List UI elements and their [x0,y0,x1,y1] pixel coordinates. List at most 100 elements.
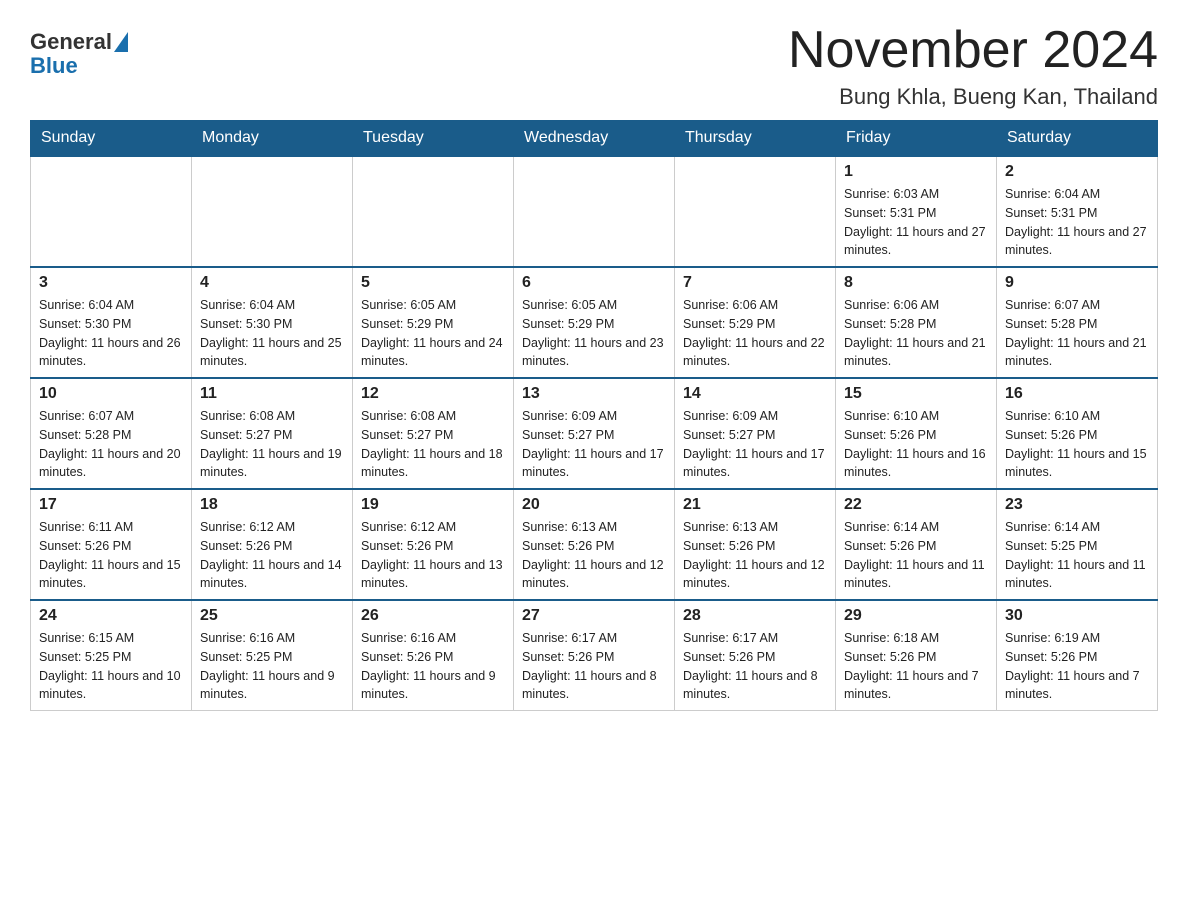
day-info: Sunrise: 6:09 AMSunset: 5:27 PMDaylight:… [522,407,666,482]
logo-blue-text: Blue [30,54,128,78]
calendar-cell: 25 Sunrise: 6:16 AMSunset: 5:25 PMDayligh… [192,600,353,711]
day-info: Sunrise: 6:17 AMSunset: 5:26 PMDaylight:… [683,629,827,704]
day-number: 28 [683,607,827,625]
calendar-cell: 6 Sunrise: 6:05 AMSunset: 5:29 PMDaylight… [514,267,675,378]
day-info: Sunrise: 6:14 AMSunset: 5:25 PMDaylight:… [1005,518,1149,593]
calendar-header-row: SundayMondayTuesdayWednesdayThursdayFrid… [31,121,1158,157]
calendar-cell: 23 Sunrise: 6:14 AMSunset: 5:25 PMDayligh… [997,489,1158,600]
day-number: 15 [844,385,988,403]
calendar-cell: 1 Sunrise: 6:03 AMSunset: 5:31 PMDaylight… [836,156,997,267]
calendar-cell: 19 Sunrise: 6:12 AMSunset: 5:26 PMDayligh… [353,489,514,600]
calendar-cell: 22Sunrise: 6:14 AMSunset: 5:26 PMDayligh… [836,489,997,600]
logo: General Blue [30,30,128,78]
calendar-cell [353,156,514,267]
calendar-week-row: 10Sunrise: 6:07 AMSunset: 5:28 PMDayligh… [31,378,1158,489]
calendar-week-row: 24 Sunrise: 6:15 AMSunset: 5:25 PMDayligh… [31,600,1158,711]
day-number: 11 [200,385,344,403]
day-number: 4 [200,274,344,292]
calendar-cell: 8Sunrise: 6:06 AMSunset: 5:28 PMDaylight… [836,267,997,378]
day-number: 6 [522,274,666,292]
day-info: Sunrise: 6:06 AMSunset: 5:29 PMDaylight:… [683,296,827,371]
day-number: 3 [39,274,183,292]
calendar-cell: 28 Sunrise: 6:17 AMSunset: 5:26 PMDayligh… [675,600,836,711]
calendar-day-header: Sunday [31,121,192,157]
location-title: Bung Khla, Bueng Kan, Thailand [788,84,1158,110]
calendar-cell: 4Sunrise: 6:04 AMSunset: 5:30 PMDaylight… [192,267,353,378]
day-info: Sunrise: 6:09 AMSunset: 5:27 PMDaylight:… [683,407,827,482]
calendar-cell: 14 Sunrise: 6:09 AMSunset: 5:27 PMDayligh… [675,378,836,489]
day-info: Sunrise: 6:08 AMSunset: 5:27 PMDaylight:… [200,407,344,482]
calendar-cell: 26Sunrise: 6:16 AMSunset: 5:26 PMDayligh… [353,600,514,711]
calendar-day-header: Wednesday [514,121,675,157]
day-info: Sunrise: 6:16 AMSunset: 5:25 PMDaylight:… [200,629,344,704]
calendar-week-row: 3Sunrise: 6:04 AMSunset: 5:30 PMDaylight… [31,267,1158,378]
calendar-cell: 2 Sunrise: 6:04 AMSunset: 5:31 PMDaylight… [997,156,1158,267]
day-number: 1 [844,163,988,181]
day-number: 9 [1005,274,1149,292]
calendar-cell: 20Sunrise: 6:13 AMSunset: 5:26 PMDayligh… [514,489,675,600]
day-info: Sunrise: 6:15 AMSunset: 5:25 PMDaylight:… [39,629,183,704]
day-number: 30 [1005,607,1149,625]
day-number: 19 [361,496,505,514]
calendar-cell: 29Sunrise: 6:18 AMSunset: 5:26 PMDayligh… [836,600,997,711]
day-number: 2 [1005,163,1149,181]
calendar-cell: 21Sunrise: 6:13 AMSunset: 5:26 PMDayligh… [675,489,836,600]
day-number: 12 [361,385,505,403]
day-info: Sunrise: 6:12 AMSunset: 5:26 PMDaylight:… [200,518,344,593]
day-number: 16 [1005,385,1149,403]
day-info: Sunrise: 6:04 AMSunset: 5:31 PMDaylight:… [1005,185,1149,260]
day-number: 14 [683,385,827,403]
day-info: Sunrise: 6:06 AMSunset: 5:28 PMDaylight:… [844,296,988,371]
day-info: Sunrise: 6:05 AMSunset: 5:29 PMDaylight:… [361,296,505,371]
day-info: Sunrise: 6:05 AMSunset: 5:29 PMDaylight:… [522,296,666,371]
logo-triangle-icon [114,32,128,52]
day-info: Sunrise: 6:17 AMSunset: 5:26 PMDaylight:… [522,629,666,704]
day-number: 5 [361,274,505,292]
day-info: Sunrise: 6:11 AMSunset: 5:26 PMDaylight:… [39,518,183,593]
calendar-day-header: Thursday [675,121,836,157]
day-number: 24 [39,607,183,625]
day-number: 25 [200,607,344,625]
calendar-day-header: Monday [192,121,353,157]
day-info: Sunrise: 6:07 AMSunset: 5:28 PMDaylight:… [1005,296,1149,371]
day-info: Sunrise: 6:14 AMSunset: 5:26 PMDaylight:… [844,518,988,593]
calendar-cell: 13Sunrise: 6:09 AMSunset: 5:27 PMDayligh… [514,378,675,489]
calendar-cell [675,156,836,267]
calendar-cell: 24 Sunrise: 6:15 AMSunset: 5:25 PMDayligh… [31,600,192,711]
calendar-cell [192,156,353,267]
calendar-cell: 17Sunrise: 6:11 AMSunset: 5:26 PMDayligh… [31,489,192,600]
title-block: November 2024 Bung Khla, Bueng Kan, Thai… [788,20,1158,110]
calendar-week-row: 1 Sunrise: 6:03 AMSunset: 5:31 PMDaylight… [31,156,1158,267]
day-number: 29 [844,607,988,625]
calendar-header: SundayMondayTuesdayWednesdayThursdayFrid… [31,121,1158,157]
calendar-cell: 10Sunrise: 6:07 AMSunset: 5:28 PMDayligh… [31,378,192,489]
day-info: Sunrise: 6:07 AMSunset: 5:28 PMDaylight:… [39,407,183,482]
calendar-day-header: Friday [836,121,997,157]
day-number: 7 [683,274,827,292]
day-number: 21 [683,496,827,514]
day-number: 23 [1005,496,1149,514]
calendar-cell [514,156,675,267]
calendar-cell [31,156,192,267]
page-header: General Blue November 2024 Bung Khla, Bu… [30,20,1158,110]
calendar-cell: 16 Sunrise: 6:10 AMSunset: 5:26 PMDayligh… [997,378,1158,489]
calendar-cell: 11 Sunrise: 6:08 AMSunset: 5:27 PMDayligh… [192,378,353,489]
day-info: Sunrise: 6:12 AMSunset: 5:26 PMDaylight:… [361,518,505,593]
calendar-cell: 30 Sunrise: 6:19 AMSunset: 5:26 PMDayligh… [997,600,1158,711]
calendar-day-header: Tuesday [353,121,514,157]
day-info: Sunrise: 6:16 AMSunset: 5:26 PMDaylight:… [361,629,505,704]
calendar-day-header: Saturday [997,121,1158,157]
calendar-cell: 12 Sunrise: 6:08 AMSunset: 5:27 PMDayligh… [353,378,514,489]
calendar-body: 1 Sunrise: 6:03 AMSunset: 5:31 PMDaylight… [31,156,1158,711]
day-number: 18 [200,496,344,514]
calendar-cell: 18 Sunrise: 6:12 AMSunset: 5:26 PMDayligh… [192,489,353,600]
logo-general-text: General [30,30,112,54]
calendar-cell: 3Sunrise: 6:04 AMSunset: 5:30 PMDaylight… [31,267,192,378]
calendar-table: SundayMondayTuesdayWednesdayThursdayFrid… [30,120,1158,711]
day-info: Sunrise: 6:10 AMSunset: 5:26 PMDaylight:… [1005,407,1149,482]
day-info: Sunrise: 6:03 AMSunset: 5:31 PMDaylight:… [844,185,988,260]
day-info: Sunrise: 6:08 AMSunset: 5:27 PMDaylight:… [361,407,505,482]
day-info: Sunrise: 6:10 AMSunset: 5:26 PMDaylight:… [844,407,988,482]
day-number: 20 [522,496,666,514]
day-info: Sunrise: 6:19 AMSunset: 5:26 PMDaylight:… [1005,629,1149,704]
